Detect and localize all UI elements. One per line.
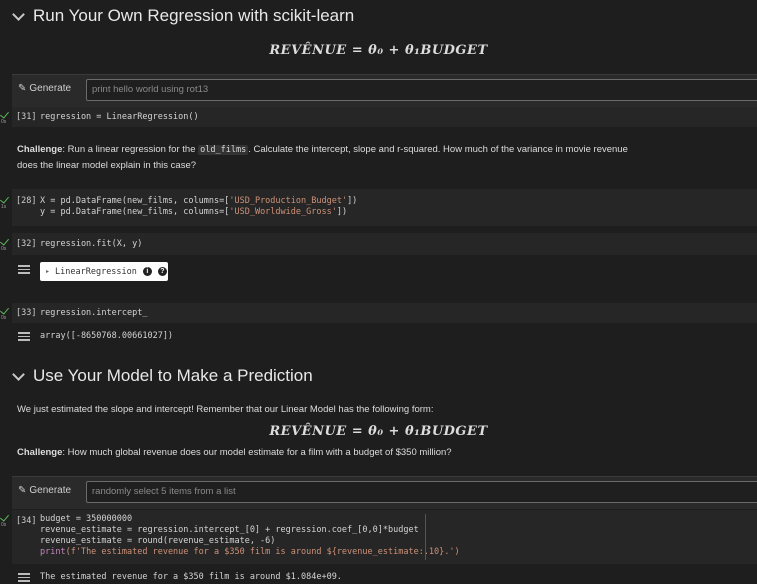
generate-label: Generate: [29, 83, 72, 94]
check-icon: [0, 236, 9, 246]
sparkle-icon: ✎: [18, 83, 27, 94]
generate-bar: ✎ Generate print hello world using rot13: [12, 74, 757, 107]
markdown-challenge: Challenge: Run a linear regression for t…: [17, 142, 628, 174]
chevron-down-icon[interactable]: [12, 367, 25, 381]
cell-run-status[interactable]: 1s: [0, 194, 10, 211]
heading-text: Use Your Model to Make a Prediction: [33, 366, 313, 385]
execution-count: [33]: [16, 308, 37, 318]
text: does the linear model explain in this ca…: [17, 160, 197, 171]
heading-text: Run Your Own Regression with scikit-lear…: [33, 6, 355, 25]
execution-count: [28]: [16, 196, 37, 206]
output-toggle-icon[interactable]: [18, 265, 30, 275]
info-icon[interactable]: i: [142, 267, 152, 276]
text: : Run a linear regression for the: [62, 144, 199, 155]
cell-output: array([-8650768.00661027]): [40, 331, 174, 341]
section-heading-regression[interactable]: Run Your Own Regression with scikit-lear…: [12, 6, 355, 26]
cell-run-status[interactable]: 0s: [0, 236, 10, 253]
text: : How much global revenue does our model…: [62, 447, 452, 458]
check-icon: [0, 305, 9, 315]
challenge-label: Challenge: [17, 144, 63, 155]
cell-run-status[interactable]: 0s: [0, 305, 10, 322]
generate-button[interactable]: ✎ Generate: [18, 83, 71, 94]
check-icon: [0, 109, 9, 119]
formula: REVÊNUE = θ₀ + θ₁BUDGET: [269, 43, 488, 58]
generate-button[interactable]: ✎ Generate: [18, 485, 71, 496]
chevron-down-icon[interactable]: [12, 7, 25, 21]
challenge-text: Challenge: How much global revenue does …: [17, 445, 452, 461]
output-toggle-icon[interactable]: [18, 332, 30, 342]
cell-run-status[interactable]: 0s: [0, 109, 10, 126]
code-line[interactable]: regression = LinearRegression(): [40, 112, 199, 123]
formula: REVÊNUE = θ₀ + θ₁BUDGET: [269, 424, 488, 439]
code-line[interactable]: regression.fit(X, y): [40, 239, 142, 250]
output-toggle-icon[interactable]: [18, 573, 30, 583]
generate-label: Generate: [29, 485, 72, 496]
cursor-line: [425, 514, 426, 560]
estimator-widget[interactable]: ▸ LinearRegression i ?: [40, 262, 168, 281]
cell-output: The estimated revenue for a $350 film is…: [40, 572, 342, 582]
code-block[interactable]: X = pd.DataFrame(new_films, columns=['US…: [40, 196, 357, 218]
code-cell[interactable]: [33] regression.intercept_: [12, 303, 757, 323]
intro-text: We just estimated the slope and intercep…: [17, 404, 434, 415]
code-cell[interactable]: [34] budget = 350000000 revenue_estimate…: [12, 510, 757, 564]
code-cell[interactable]: [32] regression.fit(X, y): [12, 233, 757, 255]
widget-label: LinearRegression: [55, 266, 137, 277]
sparkle-icon: ✎: [18, 485, 27, 496]
cell-run-status[interactable]: 0s: [0, 512, 10, 529]
generate-input[interactable]: print hello world using rot13: [86, 79, 757, 101]
code-cell[interactable]: [28] X = pd.DataFrame(new_films, columns…: [12, 189, 757, 226]
text: . Calculate the intercept, slope and r-s…: [248, 144, 628, 155]
code-line[interactable]: regression.intercept_: [40, 308, 147, 319]
expand-arrow-icon[interactable]: ▸: [46, 268, 49, 275]
code-cell[interactable]: [31] regression = LinearRegression(): [12, 107, 757, 127]
execution-count: [32]: [16, 239, 37, 249]
execution-count: [31]: [16, 112, 37, 122]
generate-input[interactable]: randomly select 5 items from a list: [86, 481, 757, 503]
execution-count: [34]: [16, 516, 37, 526]
generate-bar: ✎ Generate randomly select 5 items from …: [12, 476, 757, 509]
section-heading-prediction[interactable]: Use Your Model to Make a Prediction: [12, 366, 313, 386]
challenge-label: Challenge: [17, 447, 63, 458]
check-icon: [0, 194, 9, 204]
inline-code: old_films: [198, 145, 249, 155]
code-block[interactable]: budget = 350000000 revenue_estimate = re…: [40, 514, 460, 558]
help-icon[interactable]: ?: [157, 267, 167, 276]
check-icon: [0, 512, 9, 522]
